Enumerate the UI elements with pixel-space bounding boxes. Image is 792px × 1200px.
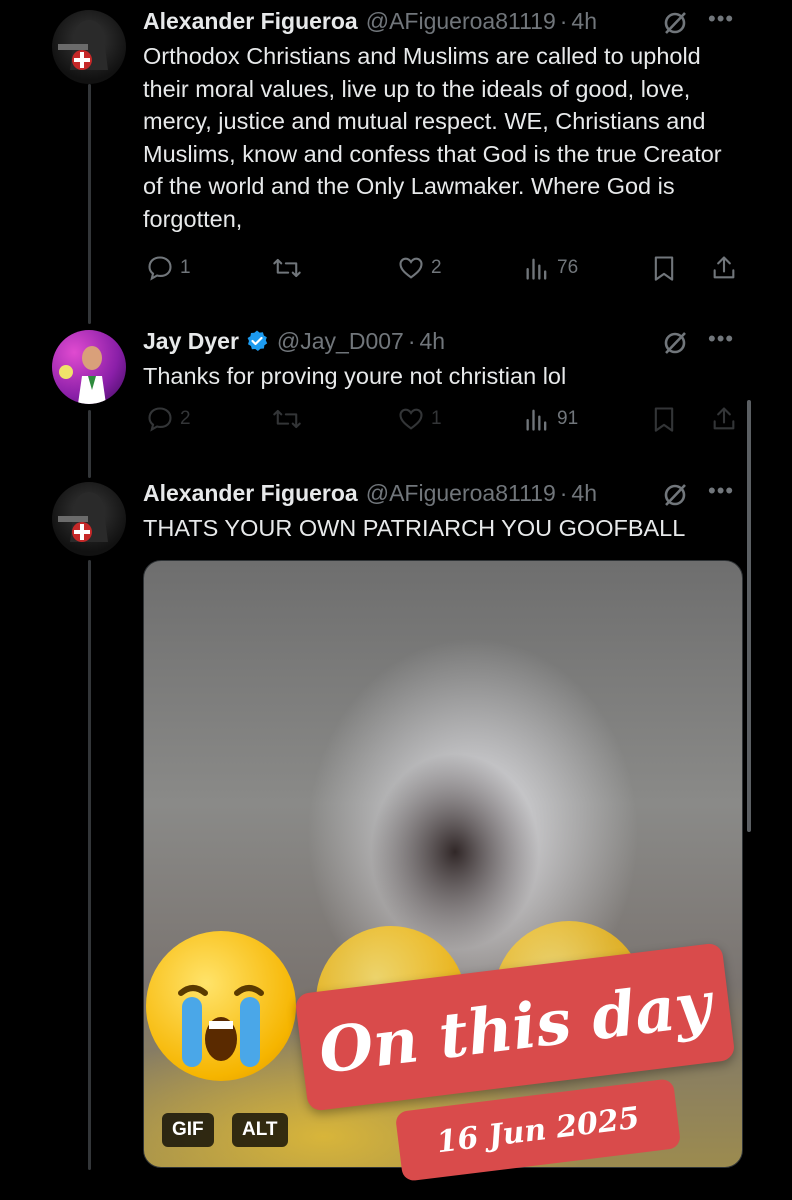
retweet-icon [273, 258, 301, 278]
avatar[interactable] [52, 10, 126, 84]
retweet-icon [273, 409, 301, 429]
alt-badge[interactable]: ALT [232, 1113, 288, 1147]
more-icon[interactable]: ••• [708, 478, 734, 504]
tweet-text: THATS YOUR OWN PATRIARCH YOU GOOFBALL [143, 515, 686, 541]
sticker-date: 16 Jun 2025 [434, 1100, 642, 1160]
timestamp[interactable]: 4h [571, 478, 597, 508]
like-button[interactable]: 1 [397, 405, 442, 433]
views-count: 76 [557, 257, 579, 278]
reply-icon [148, 256, 172, 281]
tweet-header: Alexander Figueroa @AFigueroa81119 · 4h [143, 6, 597, 36]
author-name[interactable]: Alexander Figueroa [143, 478, 358, 508]
grok-icon[interactable] [662, 482, 688, 508]
views-button[interactable]: 91 [523, 405, 578, 433]
crying-emoji-icon [146, 931, 296, 1081]
sticker-title: On this day [315, 966, 715, 1088]
tweet-text: Orthodox Christians and Muslims are call… [143, 43, 722, 232]
share-icon [713, 407, 735, 430]
reply-button[interactable]: 2 [146, 405, 191, 433]
tweet-text: Thanks for proving youre not christian l… [143, 363, 567, 389]
like-count: 1 [431, 408, 442, 429]
thread-line [88, 410, 91, 478]
retweet-button[interactable] [272, 254, 302, 282]
views-icon [526, 258, 547, 280]
heart-icon [399, 257, 423, 279]
verified-badge-icon [247, 330, 268, 351]
timestamp[interactable]: 4h [571, 6, 597, 36]
views-icon [526, 409, 547, 431]
separator-dot: · [407, 328, 416, 354]
separator-dot: · [559, 480, 568, 506]
views-button[interactable]: 76 [523, 254, 578, 282]
more-icon[interactable]: ••• [708, 6, 734, 32]
thread-line [88, 84, 91, 324]
timestamp[interactable]: 4h [420, 326, 446, 356]
gif-badge: GIF [162, 1113, 214, 1147]
author-handle[interactable]: @Jay_D007 [277, 326, 404, 356]
bookmark-button[interactable] [651, 254, 677, 282]
thread-line [88, 560, 91, 1170]
more-icon[interactable]: ••• [708, 326, 734, 352]
avatar[interactable] [52, 330, 126, 404]
retweet-button[interactable] [272, 405, 302, 433]
grok-icon[interactable] [662, 330, 688, 356]
views-count: 91 [557, 408, 579, 429]
share-button[interactable] [710, 405, 738, 433]
author-handle[interactable]: @AFigueroa81119 [366, 6, 556, 36]
bookmark-button[interactable] [651, 405, 677, 433]
like-button[interactable]: 2 [397, 254, 442, 282]
grok-icon[interactable] [662, 10, 688, 36]
reply-count: 1 [180, 257, 191, 278]
author-name[interactable]: Alexander Figueroa [143, 6, 358, 36]
like-count: 2 [431, 257, 442, 278]
bookmark-icon [654, 256, 674, 281]
bookmark-icon [654, 407, 674, 432]
author-handle[interactable]: @AFigueroa81119 [366, 478, 556, 508]
share-icon [713, 256, 735, 279]
reply-button[interactable]: 1 [146, 254, 191, 282]
tweet-header: Alexander Figueroa @AFigueroa81119 · 4h [143, 478, 597, 508]
avatar[interactable] [52, 482, 126, 556]
scrollbar[interactable] [747, 400, 751, 832]
tweet-header: Jay Dyer @Jay_D007 · 4h [143, 326, 445, 356]
reply-count: 2 [180, 408, 191, 429]
reply-icon [148, 407, 172, 432]
author-name[interactable]: Jay Dyer [143, 326, 239, 356]
heart-icon [399, 408, 423, 430]
share-button[interactable] [710, 254, 738, 282]
separator-dot: · [559, 8, 568, 34]
